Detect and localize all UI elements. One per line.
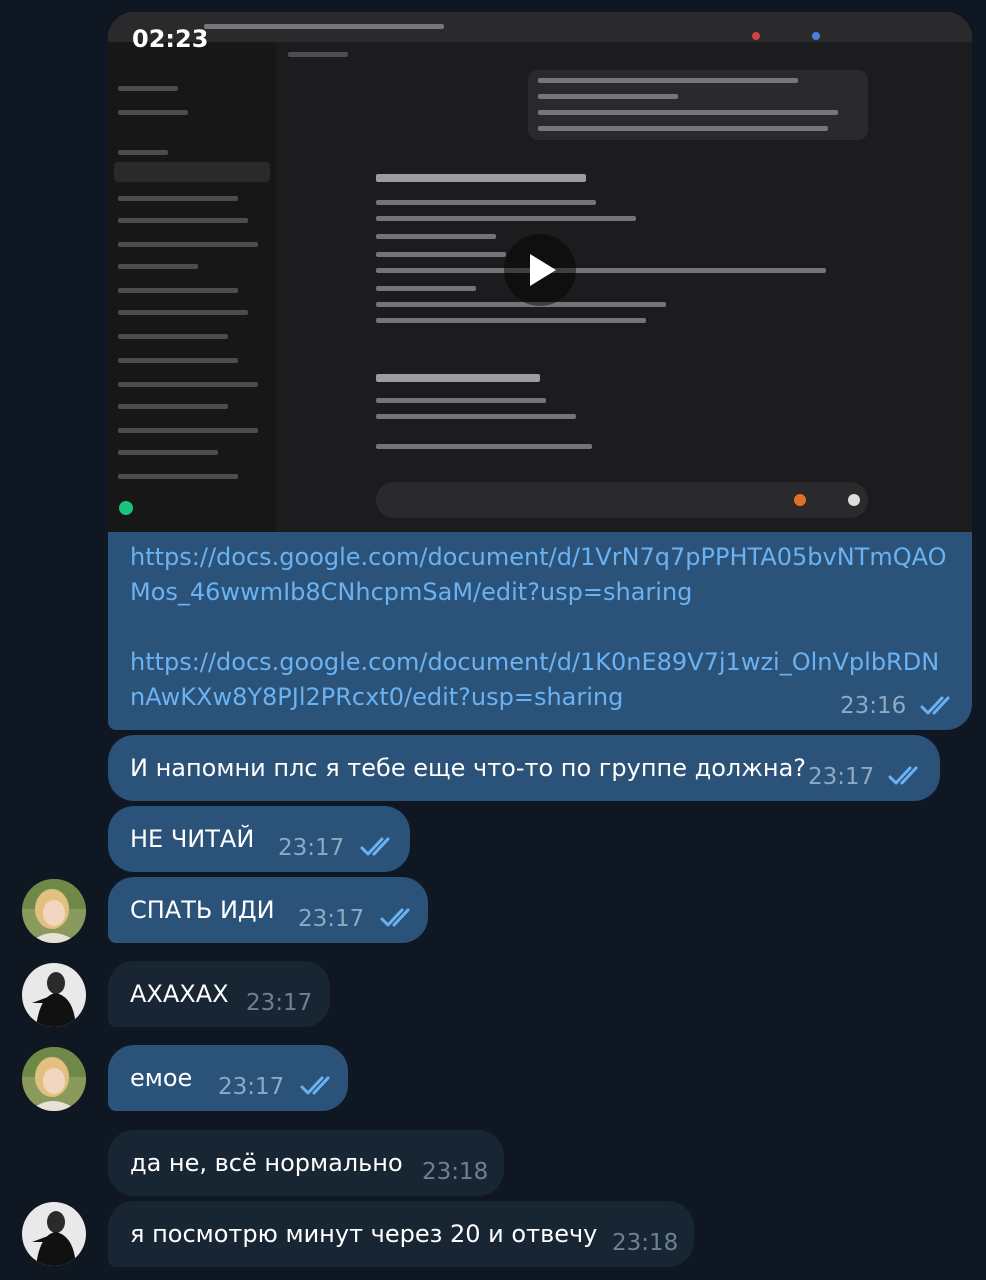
message-text: да не, всё нормально bbox=[130, 1149, 403, 1177]
message-bubble[interactable]: АХАХАХ 23:17 bbox=[108, 961, 330, 1027]
message-bubble[interactable]: НЕ ЧИТАЙ 23:17 bbox=[108, 806, 410, 872]
message-text: НЕ ЧИТАЙ bbox=[130, 825, 255, 853]
avatar[interactable] bbox=[22, 963, 86, 1027]
avatar[interactable] bbox=[22, 879, 86, 943]
message-time: 23:17 bbox=[278, 835, 345, 861]
link-2-line-1[interactable]: https://docs.google.com/document/d/1K0nE… bbox=[130, 645, 939, 680]
double-check-icon bbox=[360, 836, 396, 858]
double-check-icon bbox=[920, 695, 956, 717]
avatar[interactable] bbox=[22, 1047, 86, 1111]
message-time: 23:16 bbox=[840, 693, 907, 719]
link-2-line-2[interactable]: nAwKXw8Y8PJl2PRcxt0/edit?usp=sharing bbox=[130, 680, 623, 715]
message-text: емое bbox=[130, 1064, 193, 1092]
message-bubble[interactable]: И напомни плс я тебе еще что-то по групп… bbox=[108, 735, 940, 801]
link-1-line-1[interactable]: https://docs.google.com/document/d/1VrN7… bbox=[130, 540, 946, 575]
avatar[interactable] bbox=[22, 1202, 86, 1266]
message-bubble[interactable]: емое 23:17 bbox=[108, 1045, 348, 1111]
message-time: 23:17 bbox=[246, 990, 313, 1016]
message-bubble[interactable]: я посмотрю минут через 20 и отвечу 23:18 bbox=[108, 1201, 694, 1267]
message-time: 23:18 bbox=[612, 1230, 679, 1256]
message-text: И напомни плс я тебе еще что-то по групп… bbox=[130, 754, 807, 782]
message-text: я посмотрю минут через 20 и отвечу bbox=[130, 1220, 598, 1248]
video-duration: 02:23 bbox=[132, 25, 209, 53]
double-check-icon bbox=[380, 907, 416, 929]
message-text: СПАТЬ ИДИ bbox=[130, 896, 275, 924]
play-icon bbox=[530, 254, 556, 286]
message-time: 23:17 bbox=[808, 764, 875, 790]
play-button[interactable] bbox=[504, 234, 576, 306]
double-check-icon bbox=[888, 765, 924, 787]
message-bubble[interactable]: да не, всё нормально 23:18 bbox=[108, 1130, 504, 1196]
video-preview[interactable]: 02:23 bbox=[108, 12, 972, 532]
message-time: 23:18 bbox=[422, 1159, 489, 1185]
double-check-icon bbox=[300, 1075, 336, 1097]
message-bubble[interactable]: СПАТЬ ИДИ 23:17 bbox=[108, 877, 428, 943]
chat-history[interactable]: 02:23 https://docs.google.com/document/d… bbox=[0, 0, 986, 1280]
message-text: АХАХАХ bbox=[130, 980, 229, 1008]
message-time: 23:17 bbox=[298, 906, 365, 932]
message-time: 23:17 bbox=[218, 1074, 285, 1100]
link-1-line-2[interactable]: Mos_46wwmIb8CNhcpmSaM/edit?usp=sharing bbox=[130, 575, 692, 610]
message-video-with-links[interactable]: 02:23 https://docs.google.com/document/d… bbox=[108, 12, 972, 730]
